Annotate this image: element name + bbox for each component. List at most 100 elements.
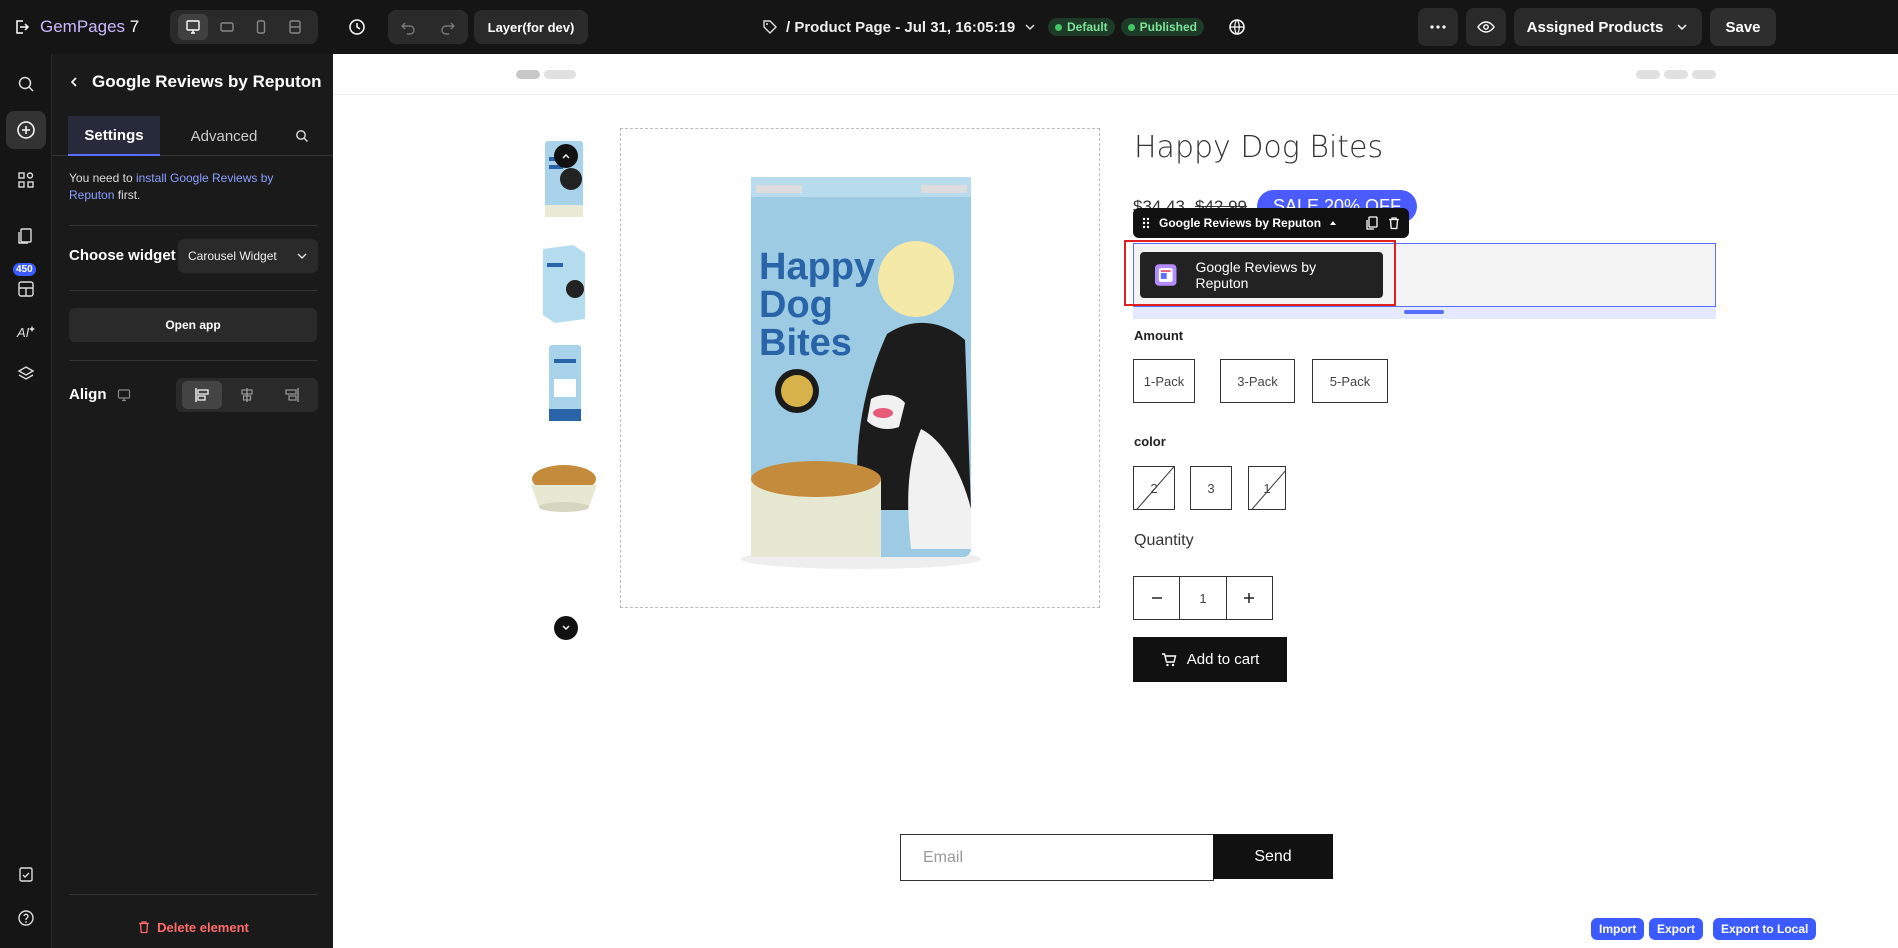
assigned-products-dropdown[interactable]: Assigned Products xyxy=(1514,8,1702,46)
export-button[interactable]: Export xyxy=(1649,918,1704,940)
divider xyxy=(69,360,317,361)
main-product-image[interactable]: Happy Dog Bites xyxy=(620,128,1100,608)
amount-label: Amount xyxy=(1134,328,1184,343)
thumbnails-next-button[interactable] xyxy=(554,616,578,640)
align-right-button[interactable] xyxy=(272,381,312,409)
custom-view-button[interactable] xyxy=(280,14,310,40)
library-icon[interactable] xyxy=(12,275,40,303)
clock-icon xyxy=(349,19,365,35)
tab-advanced[interactable]: Advanced xyxy=(174,116,274,156)
desktop-view-button[interactable] xyxy=(178,14,208,40)
add-to-cart-button[interactable]: Add to cart xyxy=(1133,637,1287,682)
brand-version: 7 xyxy=(129,17,140,36)
layers-icon[interactable] xyxy=(12,360,40,388)
widget-select[interactable]: Carousel Widget xyxy=(178,239,318,273)
trash-icon[interactable] xyxy=(1387,216,1401,230)
assigned-products-label: Assigned Products xyxy=(1526,18,1664,36)
resize-handle[interactable] xyxy=(1404,310,1444,314)
color-option-1[interactable]: 2 xyxy=(1133,466,1175,510)
chevron-down-icon xyxy=(1025,24,1035,31)
quantity-input[interactable]: 1 xyxy=(1179,577,1227,619)
panel-search-button[interactable] xyxy=(284,116,320,156)
eye-icon xyxy=(1477,21,1495,33)
decrease-quantity-button[interactable] xyxy=(1134,577,1179,619)
open-app-button[interactable]: Open app xyxy=(69,308,317,342)
import-button[interactable]: Import xyxy=(1591,918,1645,940)
align-buttons xyxy=(176,378,318,412)
search-icon[interactable] xyxy=(12,70,40,98)
ai-icon[interactable]: AI xyxy=(12,318,40,346)
exit-icon[interactable] xyxy=(14,19,30,35)
amount-option-2[interactable]: 3-Pack xyxy=(1220,359,1295,403)
layout-icon xyxy=(289,20,301,34)
page-title: / Product Page - Jul 31, 16:05:19 xyxy=(786,18,1016,36)
brand-name: GemPages xyxy=(40,17,126,36)
thumbnail-4[interactable] xyxy=(516,440,612,532)
quantity-label: Quantity xyxy=(1134,532,1194,549)
plus-icon xyxy=(1244,593,1255,603)
tablet-view-button[interactable] xyxy=(212,14,242,40)
align-label: Align xyxy=(69,386,107,403)
published-badge: Published xyxy=(1120,18,1205,36)
align-left-button[interactable] xyxy=(182,381,223,409)
clipboard-icon[interactable] xyxy=(12,860,40,888)
page-title-dropdown[interactable]: / Product Page - Jul 31, 16:05:19 xyxy=(762,14,1037,40)
resize-bar xyxy=(1133,307,1716,319)
quantity-stepper: 1 xyxy=(1133,576,1273,620)
top-bar: GemPages 7 Layer(for dev) / Product Page… xyxy=(0,0,1898,54)
preview-button[interactable] xyxy=(1466,8,1506,46)
divider xyxy=(69,225,317,226)
panel-header: Google Reviews by Reputon xyxy=(68,72,322,92)
divider xyxy=(69,290,317,291)
caret-up-icon[interactable] xyxy=(1329,219,1337,227)
placeholder-bar xyxy=(1692,70,1716,79)
duplicate-icon[interactable] xyxy=(1365,216,1379,230)
thumbnail-2[interactable] xyxy=(516,236,612,328)
unavailable-strike xyxy=(1134,467,1174,509)
color-option-3[interactable]: 1 xyxy=(1248,466,1286,510)
translation-button[interactable] xyxy=(1224,14,1250,40)
chevron-down-icon xyxy=(297,253,307,259)
settings-panel: Google Reviews by Reputon Settings Advan… xyxy=(52,54,333,948)
email-input[interactable]: Email xyxy=(900,834,1214,881)
search-icon xyxy=(296,130,308,142)
align-center-button[interactable] xyxy=(227,381,267,409)
add-element-icon[interactable] xyxy=(6,111,46,149)
thumbnails-prev-button[interactable] xyxy=(554,144,578,168)
delete-element-button[interactable]: Delete element xyxy=(69,916,317,938)
color-option-2[interactable]: 3 xyxy=(1190,466,1232,510)
apps-icon[interactable] xyxy=(12,166,40,194)
undo-button[interactable] xyxy=(400,19,416,35)
tablet-landscape-icon xyxy=(220,22,234,32)
install-notice: You need to install Google Reviews by Re… xyxy=(69,171,274,202)
mobile-view-button[interactable] xyxy=(246,14,276,40)
redo-button[interactable] xyxy=(440,19,456,35)
help-icon[interactable] xyxy=(12,904,40,932)
element-toolbar-label[interactable]: Google Reviews by Reputon xyxy=(1159,216,1321,230)
tab-settings[interactable]: Settings xyxy=(68,116,160,156)
send-button[interactable]: Send xyxy=(1213,834,1333,879)
panel-tabs: Settings Advanced xyxy=(52,116,333,156)
trash-icon xyxy=(139,921,150,934)
export-to-local-button[interactable]: Export to Local xyxy=(1713,918,1817,940)
editor-canvas: Happy Dog Bites Happy Dog Bites $34.43 $… xyxy=(333,54,1898,948)
increase-quantity-button[interactable] xyxy=(1227,577,1272,619)
status-badges: Default Published xyxy=(1048,17,1205,37)
amount-option-3[interactable]: 5-Pack xyxy=(1312,359,1388,403)
more-options-button[interactable] xyxy=(1418,8,1458,46)
drag-handle-icon[interactable] xyxy=(1141,216,1151,230)
amount-option-1[interactable]: 1-Pack xyxy=(1133,359,1195,403)
element-toolbar: Google Reviews by Reputon xyxy=(1133,208,1409,238)
dog-food-bowl-image xyxy=(531,465,597,512)
app-logo[interactable]: GemPages 7 xyxy=(14,14,139,40)
chevron-left-icon xyxy=(70,77,77,87)
thumbnail-3[interactable] xyxy=(516,338,612,430)
save-button[interactable]: Save xyxy=(1710,8,1776,46)
history-button[interactable] xyxy=(344,14,370,40)
pages-icon[interactable] xyxy=(12,222,40,250)
tag-icon xyxy=(763,20,777,34)
align-left-icon xyxy=(195,388,209,402)
back-button[interactable] xyxy=(68,76,80,88)
layer-dev-button[interactable]: Layer(for dev) xyxy=(474,10,588,44)
cart-icon xyxy=(1161,652,1177,666)
